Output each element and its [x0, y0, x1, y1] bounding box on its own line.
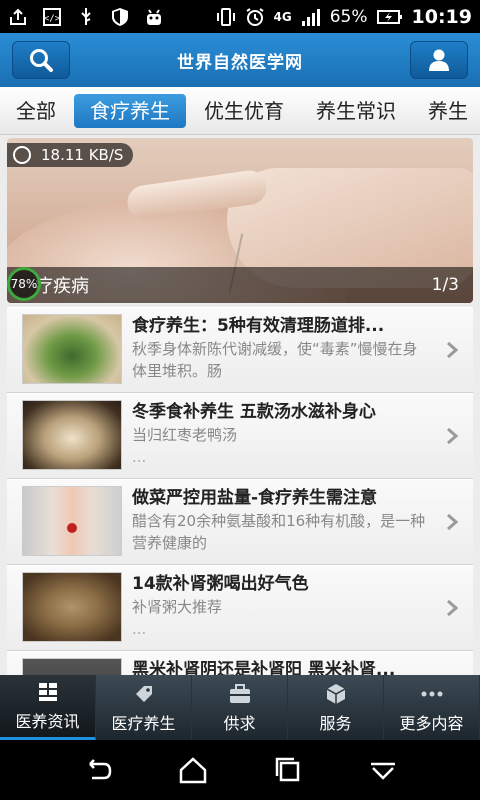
article-thumbnail	[22, 658, 122, 675]
article-title: 14款补肾粥喝出好气色	[132, 574, 309, 594]
grid-icon	[38, 683, 57, 701]
article-summary: 补肾粥大推荐	[132, 598, 223, 616]
back-icon[interactable]	[82, 754, 114, 786]
nav-label: 服务	[319, 713, 352, 733]
tab-eugenics[interactable]: 优生优育	[188, 94, 300, 128]
article-summary-more: ...	[132, 620, 147, 638]
shield-icon	[112, 7, 128, 26]
user-icon	[429, 49, 449, 71]
article-title: 做菜严控用盐量-食疗养生需注意	[132, 488, 378, 508]
article-thumbnail	[22, 400, 122, 470]
home-icon[interactable]	[177, 754, 209, 786]
app-title: 世界自然医学网	[177, 52, 303, 73]
nav-more[interactable]: 更多内容	[384, 675, 480, 740]
nav-label: 更多内容	[399, 713, 464, 733]
chevron-right-icon	[447, 427, 459, 445]
progress-ring: 78%	[7, 267, 41, 301]
alarm-icon	[245, 7, 264, 26]
chevron-right-icon	[447, 341, 459, 359]
speed-gauge-icon	[13, 146, 31, 164]
usb-icon	[81, 7, 91, 25]
app-header: 世界自然医学网	[0, 33, 480, 87]
clock: 10:19	[411, 5, 472, 28]
banner-pager: 1/3	[431, 275, 459, 295]
list-item[interactable]: 食疗养生：5种有效清理肠道排... 秋季身体新陈代谢减缓，使“毒素”慢慢在身体里…	[7, 307, 473, 393]
article-thumbnail	[22, 314, 122, 384]
tab-diet-therapy[interactable]: 食疗养生	[74, 93, 186, 128]
tab-all[interactable]: 全部	[0, 94, 72, 128]
article-summary-more: ...	[132, 448, 147, 466]
network-speed: 18.11 KB/S	[41, 146, 124, 164]
banner-caption: 疗疾病 1/3	[7, 267, 473, 303]
nav-label: 供求	[223, 713, 256, 733]
chevron-down-icon[interactable]	[367, 754, 399, 786]
list-item[interactable]: 做菜严控用盐量-食疗养生需注意 醋含有20余种氨基酸和16种有机酸，是一种营养健…	[7, 479, 473, 565]
recent-apps-icon[interactable]	[272, 754, 304, 786]
tab-health[interactable]: 养生	[412, 94, 480, 128]
chevron-right-icon	[447, 513, 459, 531]
list-item[interactable]: 冬季食补养生 五款汤水滋补身心 当归红枣老鸭汤 ...	[7, 393, 473, 479]
signal-icon	[301, 8, 320, 26]
category-tabs: 全部 食疗养生 优生优育 养生常识 养生	[0, 87, 480, 135]
network-type: 4G	[273, 9, 292, 24]
nav-health-care[interactable]: 医疗养生	[96, 675, 192, 740]
list-item[interactable]: 黑米补肾阴还是补肾阳 黑米补肾...	[7, 651, 473, 675]
android-icon	[147, 8, 161, 25]
status-bar: </> 4G 65% 10:19	[0, 0, 480, 33]
bottom-navigation: 医养资讯 医疗养生 供求 服务 更多内容	[0, 675, 480, 740]
box-icon	[326, 683, 345, 704]
user-button[interactable]	[410, 41, 468, 79]
svg-text:</>: </>	[44, 14, 61, 24]
content-area[interactable]: 18.11 KB/S 疗疾病 1/3 78% 食疗养生：5种有效清理肠道排...…	[0, 135, 480, 675]
article-thumbnail	[22, 486, 122, 556]
nav-medical-news[interactable]: 医养资讯	[0, 675, 96, 740]
tab-health-knowledge[interactable]: 养生常识	[300, 94, 412, 128]
chevron-right-icon	[447, 599, 459, 617]
code-icon: </>	[43, 7, 61, 26]
article-title: 食疗养生：5种有效清理肠道排...	[132, 316, 385, 336]
list-item[interactable]: 14款补肾粥喝出好气色 补肾粥大推荐 ...	[7, 565, 473, 651]
article-summary: 秋季身体新陈代谢减缓，使“毒素”慢慢在身体里堆积。肠	[132, 340, 418, 380]
system-navigation-bar	[0, 740, 480, 800]
article-title: 黑米补肾阴还是补肾阳 黑米补肾...	[132, 660, 396, 675]
network-speed-overlay: 18.11 KB/S	[7, 143, 134, 167]
search-icon	[30, 49, 53, 72]
article-title: 冬季食补养生 五款汤水滋补身心	[132, 402, 376, 422]
article-thumbnail	[22, 572, 122, 642]
vibrate-icon	[216, 7, 235, 26]
tag-icon	[135, 685, 152, 702]
article-summary: 醋含有20余种氨基酸和16种有机酸，是一种营养健康的	[132, 512, 426, 552]
battery-percent: 65%	[329, 6, 368, 27]
nav-services[interactable]: 服务	[288, 675, 384, 740]
upload-icon	[10, 8, 26, 25]
more-icon	[421, 691, 442, 696]
banner-carousel[interactable]: 18.11 KB/S 疗疾病 1/3 78%	[7, 138, 473, 303]
nav-label: 医养资讯	[15, 712, 80, 731]
banner-caption-text: 疗疾病	[35, 276, 89, 297]
battery-charging-icon	[376, 9, 402, 24]
article-summary: 当归红枣老鸭汤	[132, 426, 238, 444]
briefcase-icon	[229, 683, 250, 703]
article-list: 食疗养生：5种有效清理肠道排... 秋季身体新陈代谢减缓，使“毒素”慢慢在身体里…	[7, 307, 473, 675]
search-button[interactable]	[12, 41, 70, 79]
nav-supply-demand[interactable]: 供求	[192, 675, 288, 740]
nav-label: 医疗养生	[111, 713, 176, 733]
